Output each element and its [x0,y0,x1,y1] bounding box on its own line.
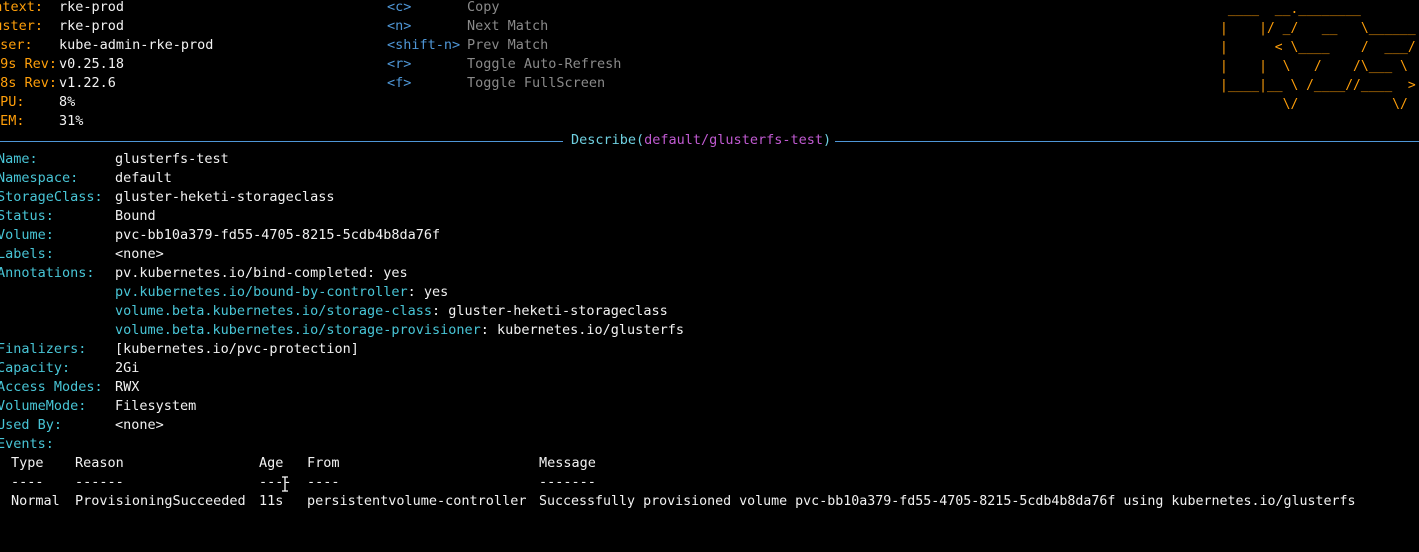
hotkey-key-auto-refresh[interactable]: <r> [387,55,411,74]
logo-line: |____|__ \ /____//____ > [1220,78,1416,93]
field-value-volume-mode: Filesystem [115,398,197,414]
annotation-value: gluster-heketi-storageclass [448,303,668,319]
logo-line: | | \ / /\___ \ [1220,59,1408,74]
panel-border-right [835,141,1419,142]
field-value-name: glusterfs-test [115,151,229,167]
annotation-key: volume.beta.kubernetes.io/storage-class [115,303,432,319]
hotkey-key-copy[interactable]: <c> [387,0,411,17]
panel-title-resource: default/glusterfs-test [644,132,823,148]
annotation-key: pv.kubernetes.io/bound-by-controller [115,284,408,300]
event-reason: ProvisioningSucceeded [75,493,246,509]
logo-line: \/ \/ [1220,97,1408,112]
logo-line: | < \____ / ___/ [1220,40,1416,55]
field-label-storageclass: StorageClass: [0,189,103,205]
hotkey-action-fullscreen[interactable]: Toggle FullScreen [467,74,605,93]
info-label-cluster: Cluster: [0,18,44,34]
field-label-events: Events: [0,436,54,452]
field-label-volume: Volume: [0,227,54,243]
hotkey-key-prev-match[interactable]: <shift-n> [387,36,460,55]
logo-line: ____ __.________ [1220,2,1361,17]
info-label-k8s-rev: K8s Rev: [0,75,58,91]
event-from: persistentvolume-controller [307,493,527,509]
events-header-reason: Reason [75,455,124,471]
hotkey-action-auto-refresh[interactable]: Toggle Auto-Refresh [467,55,621,74]
info-value-k8s-rev: v1.22.6 [59,75,116,91]
events-separator: ------- [539,474,596,490]
k9s-logo: ____ __.________ | |/ _/ __ \______ | < … [1220,0,1419,120]
field-label-capacity: Capacity: [0,360,71,376]
annotation-value: kubernetes.io/glusterfs [497,322,684,338]
info-label-cpu: CPU: [0,94,25,110]
field-label-access-modes: Access Modes: [0,379,103,395]
annotation-key: volume.beta.kubernetes.io/storage-provis… [115,322,481,338]
info-label-mem: MEM: [0,113,25,129]
annotation-value: yes [423,284,449,300]
logo-line: | |/ _/ __ \______ [1220,21,1416,36]
info-value-user: kube-admin-rke-prod [59,37,214,53]
events-header-age: Age [259,455,284,471]
info-value-mem: 31% [59,113,84,129]
info-value-k9s-rev: v0.25.18 [59,56,125,72]
panel-title-suffix: ) [822,132,832,148]
text-cursor-icon [282,476,288,492]
info-value-cluster: rke-prod [59,18,125,34]
annotation-key: pv.kubernetes.io/bind-completed [115,265,367,281]
event-age: 11s [259,493,284,509]
annotation-row: volume.beta.kubernetes.io/storage-provis… [115,322,684,338]
field-label-used-by: Used By: [0,417,63,433]
panel-border-left [0,141,563,142]
field-value-status: Bound [115,208,156,224]
info-value-cpu: 8% [59,94,76,110]
field-label-namespace: Namespace: [0,170,79,186]
field-label-finalizers: Finalizers: [0,341,87,357]
annotation-row: pv.kubernetes.io/bind-completed: yes [115,265,408,281]
events-separator: ---- [11,474,44,490]
field-label-labels: Labels: [0,246,54,262]
events-header-from: From [307,455,340,471]
info-label-context: Context: [0,0,44,15]
annotation-row: volume.beta.kubernetes.io/storage-class:… [115,303,668,319]
field-label-name: Name: [0,151,38,167]
info-label-k9s-rev: K9s Rev: [0,56,58,72]
events-separator: ------ [75,474,124,490]
events-header-type: Type [11,455,44,471]
field-value-used-by: <none> [115,417,164,433]
field-label-annotations: Annotations: [0,265,95,281]
hotkey-key-fullscreen[interactable]: <f> [387,74,411,93]
panel-title-prefix: Describe( [571,132,645,148]
field-value-finalizers: [kubernetes.io/pvc-protection] [115,341,359,357]
panel-title: Describe(default/glusterfs-test) [571,131,831,150]
field-label-status: Status: [0,208,54,224]
event-type: Normal [11,493,60,509]
hotkey-action-prev-match[interactable]: Prev Match [467,36,548,55]
field-value-labels: <none> [115,246,164,262]
hotkey-action-next-match[interactable]: Next Match [467,17,548,36]
field-value-access-modes: RWX [115,379,140,395]
events-header-message: Message [539,455,596,471]
annotation-value: yes [383,265,408,281]
info-label-user: User: [0,37,33,53]
annotation-row: pv.kubernetes.io/bound-by-controller: ye… [115,284,449,300]
info-value-context: rke-prod [59,0,125,15]
hotkey-key-next-match[interactable]: <n> [387,17,411,36]
field-label-volume-mode: VolumeMode: [0,398,87,414]
event-message: Successfully provisioned volume pvc-bb10… [539,494,1356,509]
hotkey-action-copy[interactable]: Copy [467,0,500,17]
field-value-volume: pvc-bb10a379-fd55-4705-8215-5cdb4b8da76f [115,227,441,243]
field-value-storageclass: gluster-heketi-storageclass [115,189,335,205]
field-value-capacity: 2Gi [115,360,140,376]
events-separator: ---- [307,474,340,490]
field-value-namespace: default [115,170,172,186]
